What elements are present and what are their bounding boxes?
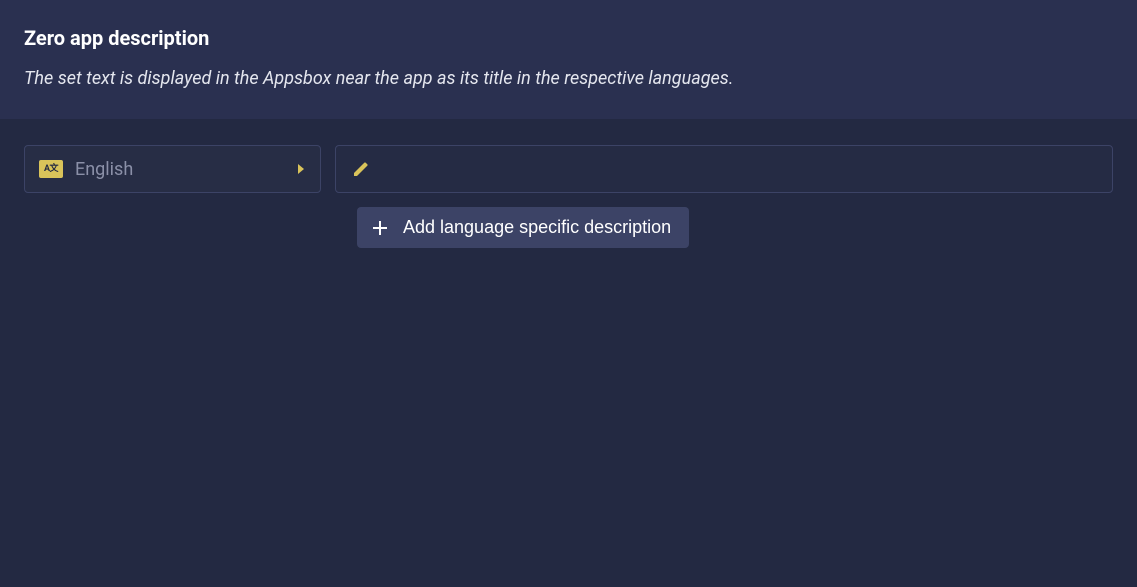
language-selector[interactable]: A文 English <box>24 145 321 193</box>
chevron-right-icon <box>296 160 306 179</box>
language-badge-icon: A文 <box>39 160 63 178</box>
header: Zero app description The set text is dis… <box>0 0 1137 119</box>
description-input[interactable] <box>378 146 1096 192</box>
pencil-icon <box>352 160 370 178</box>
plus-icon <box>371 219 389 237</box>
description-row: A文 English <box>24 145 1113 193</box>
description-field-wrap[interactable] <box>335 145 1113 193</box>
add-language-label: Add language specific description <box>403 217 671 238</box>
content-area: A文 English <box>0 119 1137 274</box>
add-language-button[interactable]: Add language specific description <box>357 207 689 248</box>
page-title: Zero app description <box>24 26 1113 50</box>
page-subtitle: The set text is displayed in the Appsbox… <box>24 68 1113 89</box>
add-row: Add language specific description <box>24 207 1113 248</box>
language-selected-label: English <box>75 159 296 180</box>
